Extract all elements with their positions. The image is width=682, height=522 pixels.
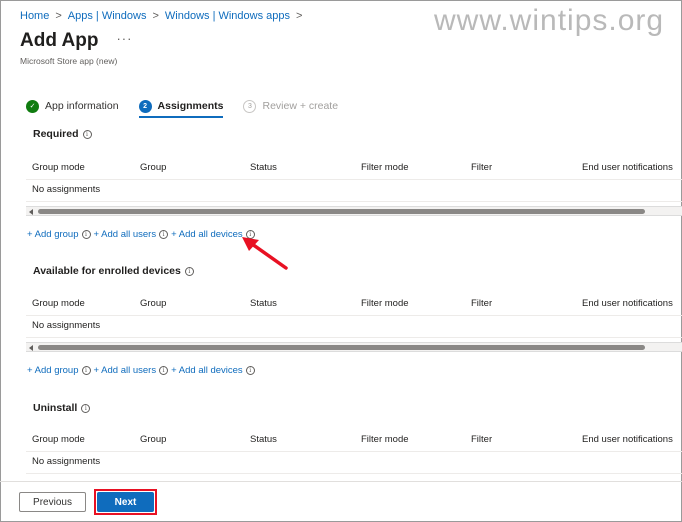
checkmark-icon: ✓ [26, 99, 39, 113]
step-assignments[interactable]: 2 Assignments [138, 96, 224, 118]
add-group-label: + Add group [27, 229, 79, 240]
add-all-devices-link[interactable]: + Add all devices i [171, 365, 255, 376]
add-all-devices-link[interactable]: + Add all devices i [171, 229, 255, 240]
column-header[interactable]: Filter mode [361, 298, 409, 309]
footer-bar: Previous Next [0, 481, 682, 522]
step-number-icon: 2 [138, 99, 152, 113]
table-row-empty: No assignments [26, 316, 682, 338]
add-all-users-label: + Add all users [93, 365, 157, 376]
add-links-available: + Add group i + Add all users i + Add all … [27, 365, 258, 376]
table-row-empty: No assignments [26, 452, 682, 474]
info-icon[interactable]: i [184, 266, 194, 276]
scroll-left-icon[interactable] [29, 345, 33, 351]
column-header[interactable]: Group [140, 434, 166, 445]
section-title-text: Available for enrolled devices [33, 265, 181, 277]
add-all-users-link[interactable]: + Add all users i [94, 229, 169, 240]
section-title-uninstall: Uninstall i [33, 402, 91, 414]
column-header[interactable]: Filter mode [361, 434, 409, 445]
previous-button[interactable]: Previous [19, 492, 86, 512]
page-subtitle: Microsoft Store app (new) [20, 56, 118, 66]
column-header[interactable]: End user notifications [582, 298, 673, 309]
table-header: Group mode Group Status Filter mode Filt… [26, 426, 682, 452]
column-header[interactable]: Filter [471, 298, 492, 309]
add-group-label: + Add group [27, 365, 79, 376]
assignments-table-required: Group mode Group Status Filter mode Filt… [26, 154, 682, 202]
column-header[interactable]: Status [250, 434, 277, 445]
more-options-icon[interactable]: ··· [116, 31, 132, 46]
scrollbar-thumb[interactable] [38, 345, 645, 350]
info-icon[interactable]: i [245, 230, 255, 239]
table-row-empty: No assignments [26, 180, 682, 202]
info-icon[interactable]: i [245, 366, 255, 375]
column-header[interactable]: Group mode [32, 298, 85, 309]
info-icon[interactable]: i [159, 366, 169, 375]
column-header[interactable]: Status [250, 162, 277, 173]
column-header[interactable]: End user notifications [582, 434, 673, 445]
next-button[interactable]: Next [97, 492, 154, 512]
section-title-text: Required [33, 128, 79, 140]
info-icon[interactable]: i [81, 403, 91, 413]
horizontal-scrollbar[interactable] [26, 342, 682, 352]
step-label: App information [45, 100, 119, 112]
add-all-devices-label: + Add all devices [171, 229, 243, 240]
chevron-right-icon: > [296, 10, 303, 22]
add-links-required: + Add group i + Add all users i + Add all … [27, 229, 258, 240]
breadcrumb: Home > Apps | Windows > Windows | Window… [20, 9, 660, 23]
step-app-information[interactable]: ✓ App information [26, 96, 119, 116]
horizontal-scrollbar[interactable] [26, 206, 682, 216]
section-title-text: Uninstall [33, 402, 78, 414]
column-header[interactable]: Group mode [32, 162, 85, 173]
info-icon[interactable]: i [82, 129, 92, 139]
add-group-link[interactable]: + Add group i [27, 365, 91, 376]
assignments-table-uninstall: Group mode Group Status Filter mode Filt… [26, 426, 682, 474]
scroll-left-icon[interactable] [29, 209, 33, 215]
section-title-available: Available for enrolled devices i [33, 265, 194, 277]
wizard-steps: ✓ App information 2 Assignments 3 Review… [26, 96, 358, 118]
add-all-devices-label: + Add all devices [171, 365, 243, 376]
breadcrumb-apps-windows[interactable]: Apps | Windows [68, 10, 147, 22]
table-header: Group mode Group Status Filter mode Filt… [26, 290, 682, 316]
add-all-users-link[interactable]: + Add all users i [94, 365, 169, 376]
column-header[interactable]: End user notifications [582, 162, 673, 173]
info-icon[interactable]: i [81, 366, 91, 375]
breadcrumb-home[interactable]: Home [20, 10, 49, 22]
add-group-link[interactable]: + Add group i [27, 229, 91, 240]
column-header[interactable]: Group [140, 162, 166, 173]
column-header[interactable]: Group [140, 298, 166, 309]
add-all-users-label: + Add all users [93, 229, 157, 240]
header: Home > Apps | Windows > Windows | Window… [20, 9, 660, 66]
step-review-create[interactable]: 3 Review + create [243, 96, 338, 116]
chevron-right-icon: > [55, 10, 62, 22]
scrollbar-thumb[interactable] [38, 209, 645, 214]
step-label: Assignments [157, 100, 224, 112]
assignments-table-available: Group mode Group Status Filter mode Filt… [26, 290, 682, 338]
column-header[interactable]: Filter [471, 162, 492, 173]
breadcrumb-windows-apps[interactable]: Windows | Windows apps [165, 10, 290, 22]
page-title: Add App [20, 30, 99, 51]
column-header[interactable]: Group mode [32, 434, 85, 445]
column-header[interactable]: Status [250, 298, 277, 309]
chevron-right-icon: > [152, 10, 159, 22]
table-header: Group mode Group Status Filter mode Filt… [26, 154, 682, 180]
column-header[interactable]: Filter [471, 434, 492, 445]
info-icon[interactable]: i [81, 230, 91, 239]
step-number-icon: 3 [243, 99, 257, 113]
step-label: Review + create [262, 100, 339, 112]
info-icon[interactable]: i [159, 230, 169, 239]
column-header[interactable]: Filter mode [361, 162, 409, 173]
section-title-required: Required i [33, 128, 92, 140]
